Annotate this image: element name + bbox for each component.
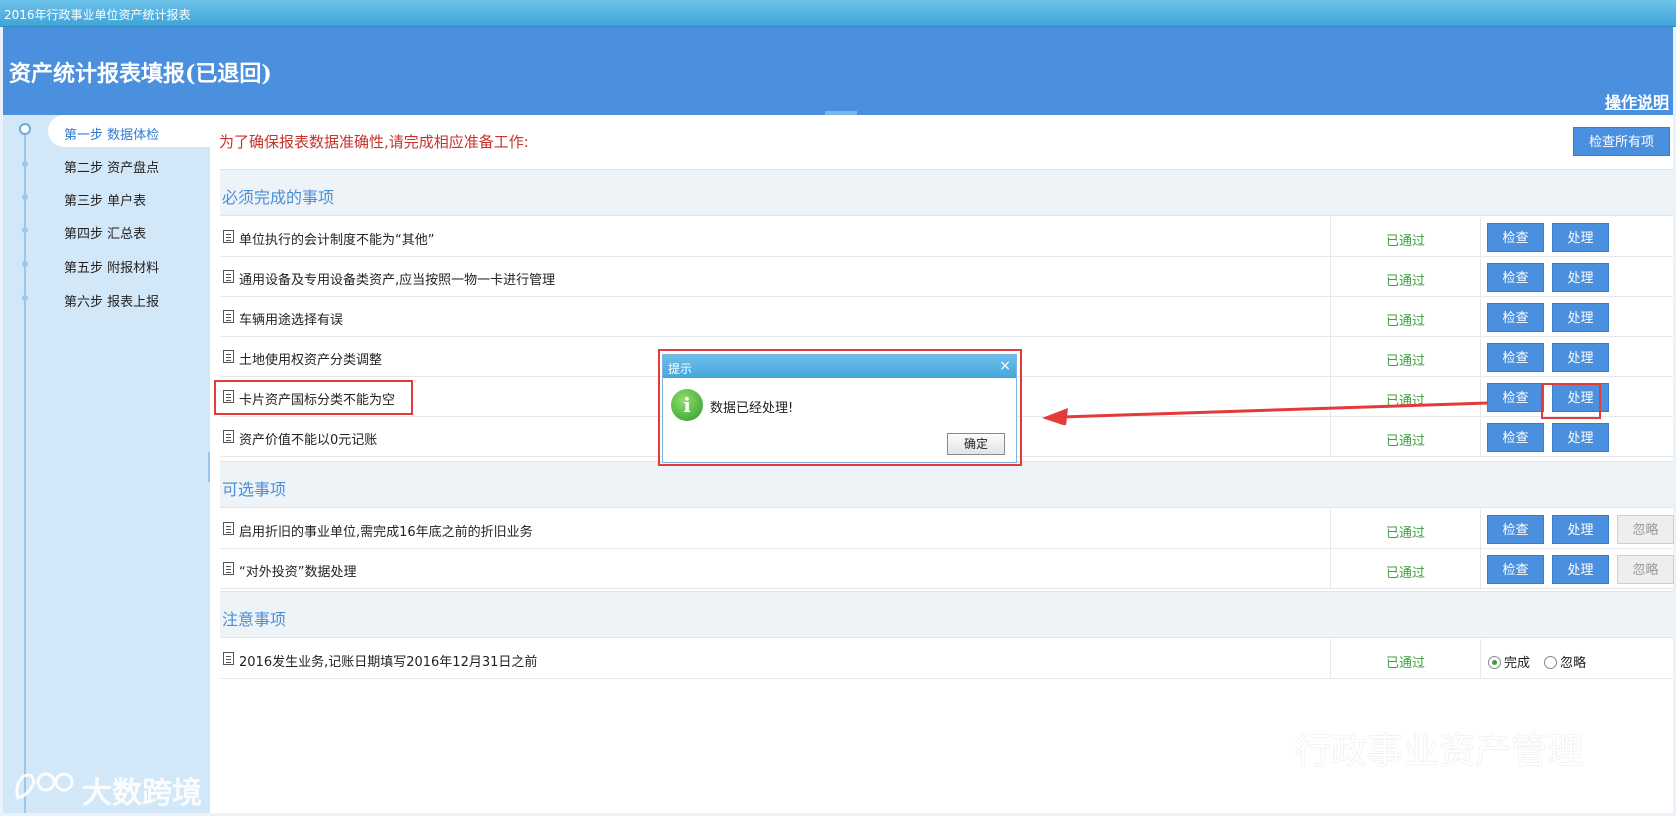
dialog-titlebar: 提示 × bbox=[663, 355, 1016, 378]
item-label: 资产价值不能以0元记账 bbox=[239, 433, 378, 448]
radio-selected-icon[interactable] bbox=[1488, 656, 1501, 669]
item-label: 通用设备及专用设备类资产,应当按照一物一卡进行管理 bbox=[239, 273, 556, 288]
table-row: 单位执行的会计制度不能为“其他” 已通过 检查 处理 bbox=[220, 217, 1673, 257]
item-label: 车辆用途选择有误 bbox=[239, 313, 344, 328]
section-title: 可选事项 bbox=[222, 480, 287, 499]
process-button[interactable]: 处理 bbox=[1552, 223, 1609, 252]
ignore-button[interactable]: 忽略 bbox=[1617, 555, 1674, 584]
window-titlebar: 2016年行政事业单位资产统计报表 bbox=[0, 0, 1676, 27]
check-button[interactable]: 检查 bbox=[1487, 423, 1544, 452]
sidebar-step-3[interactable]: 第三步 单户表 bbox=[48, 181, 210, 213]
item-label: 土地使用权资产分类调整 bbox=[239, 353, 383, 368]
table-row: 启用折旧的事业单位,需完成16年底之前的折旧业务 已通过 检查 处理 忽略 bbox=[220, 509, 1674, 549]
check-button[interactable]: 检查 bbox=[1487, 343, 1544, 372]
sidebar-step-6[interactable]: 第六步 报表上报 bbox=[48, 282, 210, 314]
page-header: 资产统计报表填报(已退回) 操作说明 bbox=[3, 27, 1673, 116]
sidebar-step-2[interactable]: 第二步 资产盘点 bbox=[48, 148, 210, 180]
step-marker-icon bbox=[22, 161, 28, 167]
help-link[interactable]: 操作说明 bbox=[1605, 89, 1669, 113]
document-icon bbox=[223, 562, 234, 575]
ignore-button[interactable]: 忽略 bbox=[1617, 515, 1674, 544]
section-header-optional: 可选事项 bbox=[220, 461, 1673, 508]
document-icon bbox=[223, 652, 234, 665]
status-text: 已通过 bbox=[1386, 234, 1426, 249]
radio-ignore[interactable]: 忽略 bbox=[1544, 656, 1586, 671]
item-label: “对外投资”数据处理 bbox=[239, 565, 357, 580]
annotation-arrow-icon bbox=[1042, 401, 1489, 425]
process-button[interactable]: 处理 bbox=[1552, 343, 1609, 372]
table-row: 2016发生业务,记账日期填写2016年12月31日之前 已通过 完成 忽略 bbox=[220, 639, 1673, 679]
check-button[interactable]: 检查 bbox=[1487, 555, 1544, 584]
annotation-highlight-process-button bbox=[1541, 383, 1601, 419]
check-button[interactable]: 检查 bbox=[1487, 515, 1544, 544]
document-icon bbox=[223, 430, 234, 443]
status-text: 已通过 bbox=[1386, 354, 1426, 369]
table-row: 车辆用途选择有误 已通过 检查 处理 bbox=[220, 297, 1673, 337]
watermark-left: 大数跨境 bbox=[12, 764, 222, 811]
status-text: 已通过 bbox=[1386, 656, 1426, 671]
process-button[interactable]: 处理 bbox=[1552, 423, 1609, 452]
watermark-right: 行政事业资产管理 bbox=[1215, 716, 1635, 772]
ok-button[interactable]: 确定 bbox=[947, 433, 1005, 455]
item-label: 单位执行的会计制度不能为“其他” bbox=[239, 233, 435, 248]
process-button[interactable]: 处理 bbox=[1552, 303, 1609, 332]
status-text: 已通过 bbox=[1386, 314, 1426, 329]
dialog-title: 提示 bbox=[668, 362, 693, 376]
completion-radio-group: 完成 忽略 bbox=[1488, 652, 1596, 671]
info-icon: i bbox=[671, 389, 703, 421]
dialog-message: 数据已经处理! bbox=[710, 401, 794, 416]
sidebar-step-4[interactable]: 第四步 汇总表 bbox=[48, 214, 210, 246]
document-icon bbox=[223, 310, 234, 323]
section-header-notes: 注意事项 bbox=[220, 591, 1673, 638]
document-icon bbox=[223, 230, 234, 243]
sidebar-step-1[interactable]: 第一步 数据体检 bbox=[48, 115, 210, 147]
notice-text: 为了确保报表数据准确性,请完成相应准备工作: bbox=[219, 133, 529, 151]
prompt-dialog: 提示 × i 数据已经处理! 确定 bbox=[662, 354, 1017, 463]
check-all-button[interactable]: 检查所有项 bbox=[1573, 127, 1670, 156]
radio-done[interactable]: 完成 bbox=[1488, 656, 1530, 671]
window-title: 2016年行政事业单位资产统计报表 bbox=[4, 8, 191, 22]
table-row: 通用设备及专用设备类资产,应当按照一物一卡进行管理 已通过 检查 处理 bbox=[220, 257, 1673, 297]
section-title: 必须完成的事项 bbox=[222, 188, 335, 207]
step-marker-icon bbox=[22, 194, 28, 200]
close-icon[interactable]: × bbox=[999, 358, 1011, 374]
watermark-logo-icon bbox=[15, 772, 74, 800]
wechat-icon bbox=[1217, 721, 1283, 768]
check-button[interactable]: 检查 bbox=[1487, 383, 1544, 412]
step-marker-active-icon bbox=[19, 123, 31, 135]
step-marker-icon bbox=[22, 261, 28, 267]
annotation-highlight-item bbox=[214, 380, 413, 415]
page-title: 资产统计报表填报(已退回) bbox=[9, 61, 272, 87]
check-button[interactable]: 检查 bbox=[1487, 303, 1544, 332]
table-row: “对外投资”数据处理 已通过 检查 处理 忽略 bbox=[220, 549, 1674, 589]
status-text: 已通过 bbox=[1386, 274, 1426, 289]
document-icon bbox=[223, 350, 234, 363]
document-icon bbox=[223, 522, 234, 535]
document-icon bbox=[223, 270, 234, 283]
watermark-right-text: 行政事业资产管理 bbox=[1295, 731, 1584, 772]
status-text: 已通过 bbox=[1386, 566, 1426, 581]
radio-unselected-icon[interactable] bbox=[1544, 656, 1558, 669]
status-text: 已通过 bbox=[1386, 526, 1426, 541]
step-marker-icon bbox=[22, 227, 28, 233]
watermark-left-text: 大数跨境 bbox=[82, 776, 202, 811]
item-label: 启用折旧的事业单位,需完成16年底之前的折旧业务 bbox=[239, 525, 533, 540]
sidebar-step-5[interactable]: 第五步 附报材料 bbox=[48, 248, 210, 280]
process-button[interactable]: 处理 bbox=[1552, 515, 1609, 544]
check-button[interactable]: 检查 bbox=[1487, 263, 1544, 292]
process-button[interactable]: 处理 bbox=[1552, 555, 1609, 584]
step-marker-icon bbox=[22, 295, 28, 301]
sidebar: 第一步 数据体检 第二步 资产盘点 第三步 单户表 第四步 汇总表 第五步 附报… bbox=[3, 115, 210, 813]
process-button[interactable]: 处理 bbox=[1552, 263, 1609, 292]
section-header-required: 必须完成的事项 bbox=[220, 169, 1673, 216]
check-button[interactable]: 检查 bbox=[1487, 223, 1544, 252]
item-label: 2016发生业务,记账日期填写2016年12月31日之前 bbox=[239, 655, 538, 670]
status-text: 已通过 bbox=[1386, 434, 1426, 449]
section-title: 注意事项 bbox=[222, 610, 287, 629]
